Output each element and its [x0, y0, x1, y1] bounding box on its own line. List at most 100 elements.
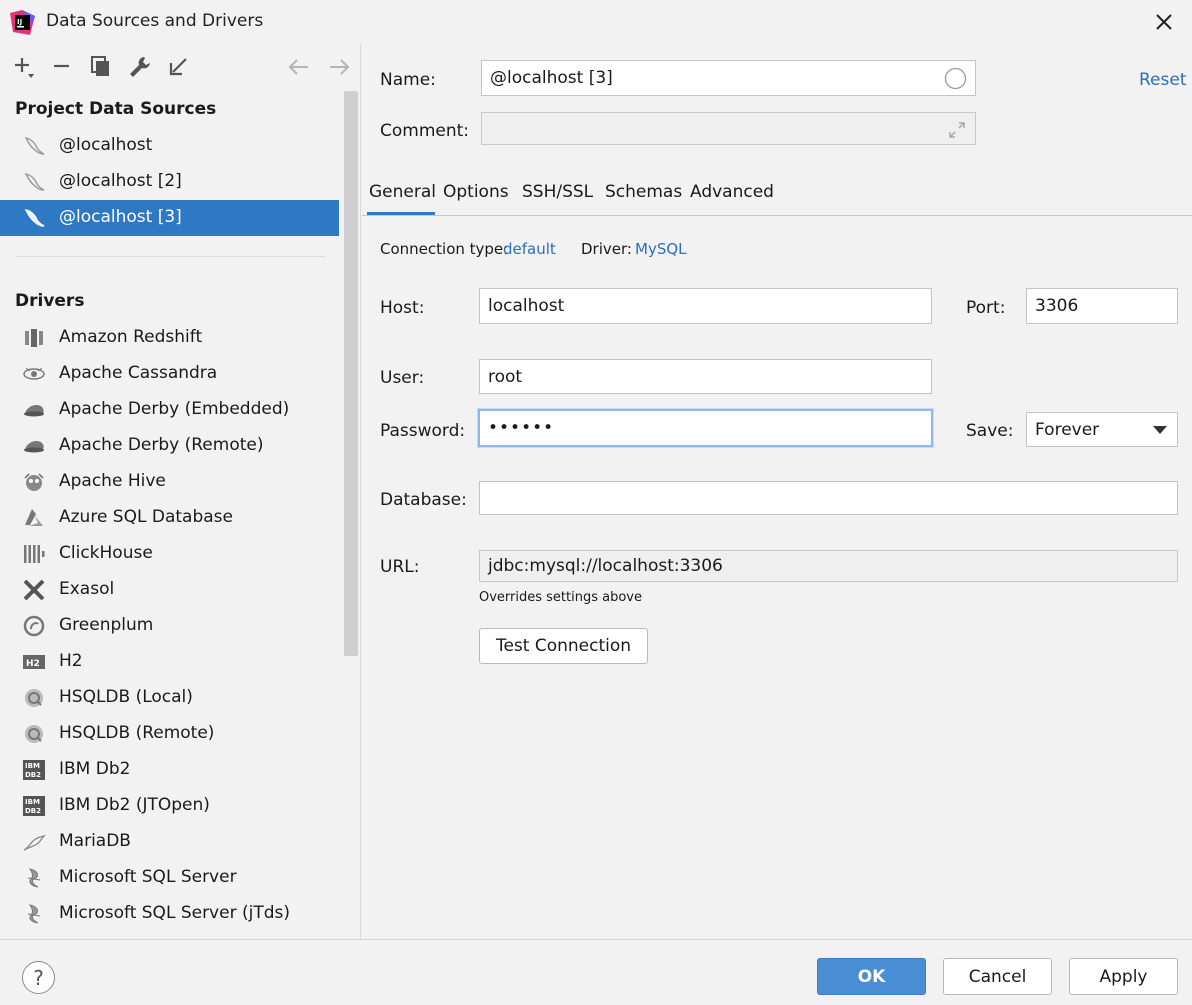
ibm-db2-icon: IBMDB2	[23, 796, 45, 816]
driver-label: Greenplum	[59, 615, 154, 635]
password-value: ••••••	[488, 418, 555, 438]
url-field[interactable]: jdbc:mysql://localhost:3306	[479, 550, 1178, 582]
right-panel: Name: @localhost [3] Reset Comment: Gene…	[362, 44, 1192, 939]
mysql-dolphin-icon	[24, 137, 45, 155]
h2-icon: H2	[23, 655, 45, 669]
data-source-label: @localhost [3]	[59, 207, 182, 227]
expand-icon[interactable]	[947, 120, 967, 140]
driver-item[interactable]: Greenplum	[0, 608, 339, 644]
host-field[interactable]: localhost	[479, 288, 932, 324]
password-label: Password:	[380, 421, 466, 441]
project-data-sources-heading: Project Data Sources	[15, 99, 217, 119]
ok-button[interactable]: OK	[817, 958, 926, 995]
help-button[interactable]: ?	[22, 961, 55, 994]
wrench-icon[interactable]	[127, 54, 153, 80]
active-tab-indicator	[367, 212, 435, 215]
driver-item[interactable]: Exasol	[0, 572, 339, 608]
exasol-x-icon	[23, 579, 45, 601]
name-field[interactable]: @localhost [3]	[481, 60, 976, 96]
driver-item[interactable]: HSQLDB (Local)	[0, 680, 339, 716]
back-arrow-icon[interactable]	[286, 54, 312, 80]
hsqldb-icon	[25, 725, 43, 743]
sqlserver-icon	[27, 904, 41, 924]
driver-item[interactable]: Microsoft SQL Server (jTds)	[0, 896, 339, 932]
tab-options[interactable]: Options	[443, 182, 509, 202]
window-title: Data Sources and Drivers	[46, 11, 264, 31]
user-field[interactable]: root	[479, 359, 932, 394]
database-field[interactable]	[479, 481, 1178, 515]
comment-field[interactable]	[481, 112, 976, 145]
comment-label: Comment:	[380, 121, 470, 141]
url-hint: Overrides settings above	[479, 590, 642, 605]
title-bar: IJ Data Sources and Drivers	[0, 0, 1192, 44]
port-label: Port:	[966, 298, 1006, 318]
connection-type-label: Connection type:	[380, 240, 509, 258]
save-value: Forever	[1035, 419, 1100, 440]
import-icon[interactable]	[166, 54, 192, 80]
port-value: 3306	[1035, 296, 1079, 316]
close-icon[interactable]	[1150, 8, 1178, 36]
driver-item[interactable]: Apache Hive	[0, 464, 339, 500]
driver-label: Apache Cassandra	[59, 363, 218, 383]
driver-item[interactable]: Azure SQL Database	[0, 500, 339, 536]
redshift-icon	[25, 329, 43, 347]
driver-label: Driver:	[581, 240, 632, 258]
add-icon[interactable]	[11, 54, 37, 80]
driver-link[interactable]: MySQL	[635, 240, 687, 258]
driver-item[interactable]: ClickHouse	[0, 536, 339, 572]
driver-item[interactable]: Microsoft SQL Server	[0, 860, 339, 896]
tab-bar: General Options SSH/SSL Schemas Advanced	[362, 172, 1192, 216]
driver-item[interactable]: IBM DB2 IBM Db2	[0, 752, 339, 788]
driver-item[interactable]: Amazon Redshift	[0, 320, 339, 356]
remove-icon[interactable]	[49, 54, 75, 80]
intellij-app-icon: IJ	[10, 10, 35, 35]
driver-label: Apache Derby (Embedded)	[59, 399, 290, 419]
clickhouse-bars-icon	[24, 545, 45, 563]
forward-arrow-icon[interactable]	[326, 54, 352, 80]
mysql-dolphin-icon	[24, 173, 45, 191]
save-dropdown[interactable]: Forever	[1026, 412, 1178, 447]
user-value: root	[488, 366, 523, 387]
tab-advanced[interactable]: Advanced	[690, 182, 774, 202]
driver-label: Apache Derby (Remote)	[59, 435, 264, 455]
color-circle-icon[interactable]	[944, 67, 967, 90]
scrollbar-thumb[interactable]	[344, 91, 358, 656]
sqlserver-icon	[27, 868, 41, 888]
driver-label: Microsoft SQL Server (jTds)	[59, 903, 290, 923]
reset-link[interactable]: Reset	[1139, 70, 1187, 90]
data-source-item[interactable]: @localhost [2]	[0, 164, 339, 200]
svg-text:DB2: DB2	[25, 771, 41, 779]
tab-general[interactable]: General	[369, 182, 436, 202]
driver-item[interactable]: H2 H2	[0, 644, 339, 680]
driver-label: Amazon Redshift	[59, 327, 203, 347]
data-source-item-selected[interactable]: @localhost [3]	[0, 200, 339, 236]
driver-item[interactable]: Apache Cassandra	[0, 356, 339, 392]
driver-label: H2	[59, 651, 83, 671]
driver-item[interactable]: IBM DB2 IBM Db2 (JTOpen)	[0, 788, 339, 824]
copy-icon[interactable]	[88, 54, 114, 80]
data-source-item[interactable]: @localhost	[0, 128, 339, 164]
hsqldb-icon	[25, 689, 43, 707]
connection-type-link[interactable]: default	[503, 240, 556, 258]
cancel-button[interactable]: Cancel	[943, 958, 1052, 995]
driver-label: ClickHouse	[59, 543, 153, 563]
drivers-heading: Drivers	[15, 291, 85, 311]
ibm-db2-icon: IBMDB2	[23, 760, 45, 780]
test-connection-button[interactable]: Test Connection	[479, 628, 648, 664]
port-field[interactable]: 3306	[1026, 288, 1178, 324]
host-label: Host:	[380, 298, 425, 318]
data-source-label: @localhost [2]	[59, 171, 182, 191]
dialog-footer: ? OK Cancel Apply	[0, 939, 1192, 1005]
driver-item[interactable]: Apache Derby (Remote)	[0, 428, 339, 464]
driver-item[interactable]: MariaDB	[0, 824, 339, 860]
apply-button[interactable]: Apply	[1069, 958, 1178, 995]
driver-item[interactable]: HSQLDB (Remote)	[0, 716, 339, 752]
driver-label: Microsoft SQL Server	[59, 867, 237, 887]
driver-label: Azure SQL Database	[59, 507, 233, 527]
greenplum-circle-icon	[23, 615, 45, 637]
tab-schemas[interactable]: Schemas	[605, 182, 682, 202]
password-field[interactable]: ••••••	[478, 409, 933, 447]
left-panel: Project Data Sources @localhost @localho…	[0, 44, 361, 939]
driver-item[interactable]: Apache Derby (Embedded)	[0, 392, 339, 428]
tab-ssh-ssl[interactable]: SSH/SSL	[522, 182, 593, 202]
